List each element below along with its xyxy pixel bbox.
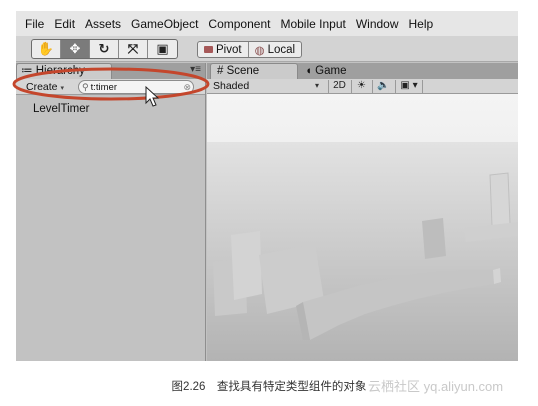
scene-viewport[interactable] bbox=[207, 94, 518, 361]
transform-tools: ✋ ✥ ↻ ⤧ ▣ bbox=[31, 39, 178, 59]
list-icon: ≔ bbox=[21, 65, 36, 77]
clear-search-icon[interactable]: ⊗ bbox=[183, 82, 191, 93]
hierarchy-panel: ≔ Hierarchy ▾≡ Create ▾ ⚲ t:timer ⊗ Leve… bbox=[16, 63, 206, 361]
block-mesh bbox=[489, 172, 511, 227]
local-label: Local bbox=[267, 43, 296, 56]
rect-icon: ▣ bbox=[156, 41, 169, 56]
chevron-down-icon: ▾ bbox=[60, 85, 64, 92]
block-mesh bbox=[231, 231, 262, 300]
hand-tool-button[interactable]: ✋ bbox=[32, 40, 61, 58]
pivot-icon bbox=[204, 46, 213, 53]
pacman-icon: ◖ bbox=[305, 65, 316, 77]
scale-icon: ⤧ bbox=[127, 41, 139, 56]
move-tool-button[interactable]: ✥ bbox=[61, 40, 90, 58]
pivot-toggle-group: Pivot ◍ Local bbox=[197, 41, 303, 58]
scene-panel: # Scene ◖ Game Shaded ▾ 2D ☀ 🔈 ▣ ▾ bbox=[207, 63, 518, 361]
menu-gameobject[interactable]: GameObject bbox=[131, 17, 198, 31]
pivot-label: Pivot bbox=[216, 43, 242, 56]
globe-icon: ◍ bbox=[254, 44, 265, 57]
tab-hierarchy[interactable]: ≔ Hierarchy bbox=[16, 63, 112, 79]
menu-bar: File Edit Assets GameObject Component Mo… bbox=[16, 11, 518, 36]
watermark: 云栖社区 yq.aliyun.com bbox=[368, 379, 504, 394]
lighting-icon[interactable]: ☀ bbox=[351, 80, 371, 93]
image-effects-icon[interactable]: ▣ ▾ bbox=[395, 80, 423, 93]
hand-icon: ✋ bbox=[37, 41, 55, 56]
tab-scene[interactable]: # Scene bbox=[210, 63, 298, 79]
pivot-button[interactable]: Pivot bbox=[198, 42, 249, 57]
panel-menu-icon[interactable]: ▾≡ bbox=[190, 64, 201, 75]
menu-edit[interactable]: Edit bbox=[54, 17, 75, 31]
menu-mobile-input[interactable]: Mobile Input bbox=[280, 17, 345, 31]
2d-toggle-button[interactable]: 2D bbox=[328, 80, 350, 93]
stair-end bbox=[493, 268, 501, 284]
hierarchy-tab-label: Hierarchy bbox=[35, 65, 85, 77]
scene-tab-row: # Scene ◖ Game bbox=[207, 63, 518, 79]
menu-file[interactable]: File bbox=[25, 17, 44, 31]
grid-icon: # bbox=[217, 65, 227, 77]
rotate-icon: ↻ bbox=[98, 41, 110, 56]
menu-window[interactable]: Window bbox=[356, 17, 399, 31]
create-dropdown[interactable]: Create ▾ bbox=[26, 80, 64, 94]
shading-mode-dropdown[interactable]: Shaded bbox=[213, 79, 322, 93]
chevron-down-icon: ▾ bbox=[315, 81, 320, 90]
block-mesh bbox=[422, 218, 446, 259]
menu-component[interactable]: Component bbox=[208, 17, 270, 31]
create-label: Create bbox=[26, 81, 58, 93]
move-icon: ✥ bbox=[69, 41, 81, 56]
rect-tool-button[interactable]: ▣ bbox=[148, 40, 177, 58]
audio-icon[interactable]: 🔈 bbox=[372, 80, 394, 93]
search-value: t:timer bbox=[90, 81, 117, 93]
hierarchy-toolbar: Create ▾ ⚲ t:timer ⊗ bbox=[16, 79, 205, 95]
search-icon: ⚲ bbox=[82, 81, 89, 92]
scene-toolbar: Shaded ▾ 2D ☀ 🔈 ▣ ▾ bbox=[207, 79, 518, 94]
local-button[interactable]: ◍ Local bbox=[249, 42, 302, 57]
list-item[interactable]: LevelTimer bbox=[33, 103, 89, 115]
scene-tab-label: Scene bbox=[226, 65, 260, 77]
menu-assets[interactable]: Assets bbox=[85, 17, 121, 31]
hierarchy-tab-row: ≔ Hierarchy ▾≡ bbox=[16, 63, 205, 79]
toolbar: ✋ ✥ ↻ ⤧ ▣ Pivot ◍ Local bbox=[16, 36, 518, 62]
game-tab-label: Game bbox=[315, 65, 347, 77]
tab-game[interactable]: ◖ Game bbox=[305, 64, 346, 78]
rotate-tool-button[interactable]: ↻ bbox=[90, 40, 119, 58]
hierarchy-search-input[interactable]: ⚲ t:timer ⊗ bbox=[78, 80, 194, 94]
menu-help[interactable]: Help bbox=[409, 17, 434, 31]
scale-tool-button[interactable]: ⤧ bbox=[119, 40, 148, 58]
unity-editor-screenshot: File Edit Assets GameObject Component Mo… bbox=[16, 11, 518, 361]
